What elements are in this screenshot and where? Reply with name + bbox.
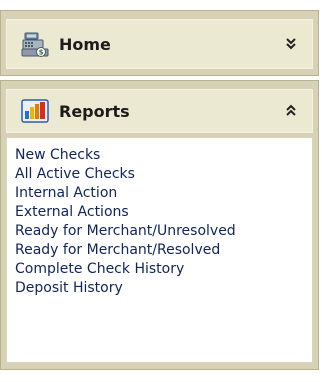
svg-text:$: $ (39, 49, 44, 57)
home-panel: $ Home (0, 10, 319, 76)
reports-panel-header[interactable]: Reports (6, 89, 313, 133)
report-link-deposit-history[interactable]: Deposit History (15, 279, 312, 298)
report-link-ready-for-merchant-resolved[interactable]: Ready for Merchant/Resolved (15, 241, 312, 260)
home-panel-header[interactable]: $ Home (6, 19, 313, 69)
report-link-ready-for-merchant-unresolved[interactable]: Ready for Merchant/Unresolved (15, 222, 312, 241)
report-link-internal-action[interactable]: Internal Action (15, 184, 312, 203)
reports-panel: Reports New Checks All Active Checks Int… (0, 80, 319, 370)
reports-panel-title: Reports (59, 101, 130, 121)
reports-link-list: New Checks All Active Checks Internal Ac… (6, 137, 313, 363)
cash-register-icon: $ (21, 32, 49, 57)
report-link-new-checks[interactable]: New Checks (15, 146, 312, 165)
report-link-external-actions[interactable]: External Actions (15, 203, 312, 222)
chevron-double-down-icon[interactable] (284, 37, 298, 51)
home-panel-title: Home (59, 34, 111, 54)
navigation-sidebar: $ Home Reports New Checks All Active Che… (0, 0, 322, 382)
bar-chart-icon (21, 99, 49, 123)
report-link-all-active-checks[interactable]: All Active Checks (15, 165, 312, 184)
chevron-double-up-icon[interactable] (284, 104, 298, 118)
report-link-complete-check-history[interactable]: Complete Check History (15, 260, 312, 279)
